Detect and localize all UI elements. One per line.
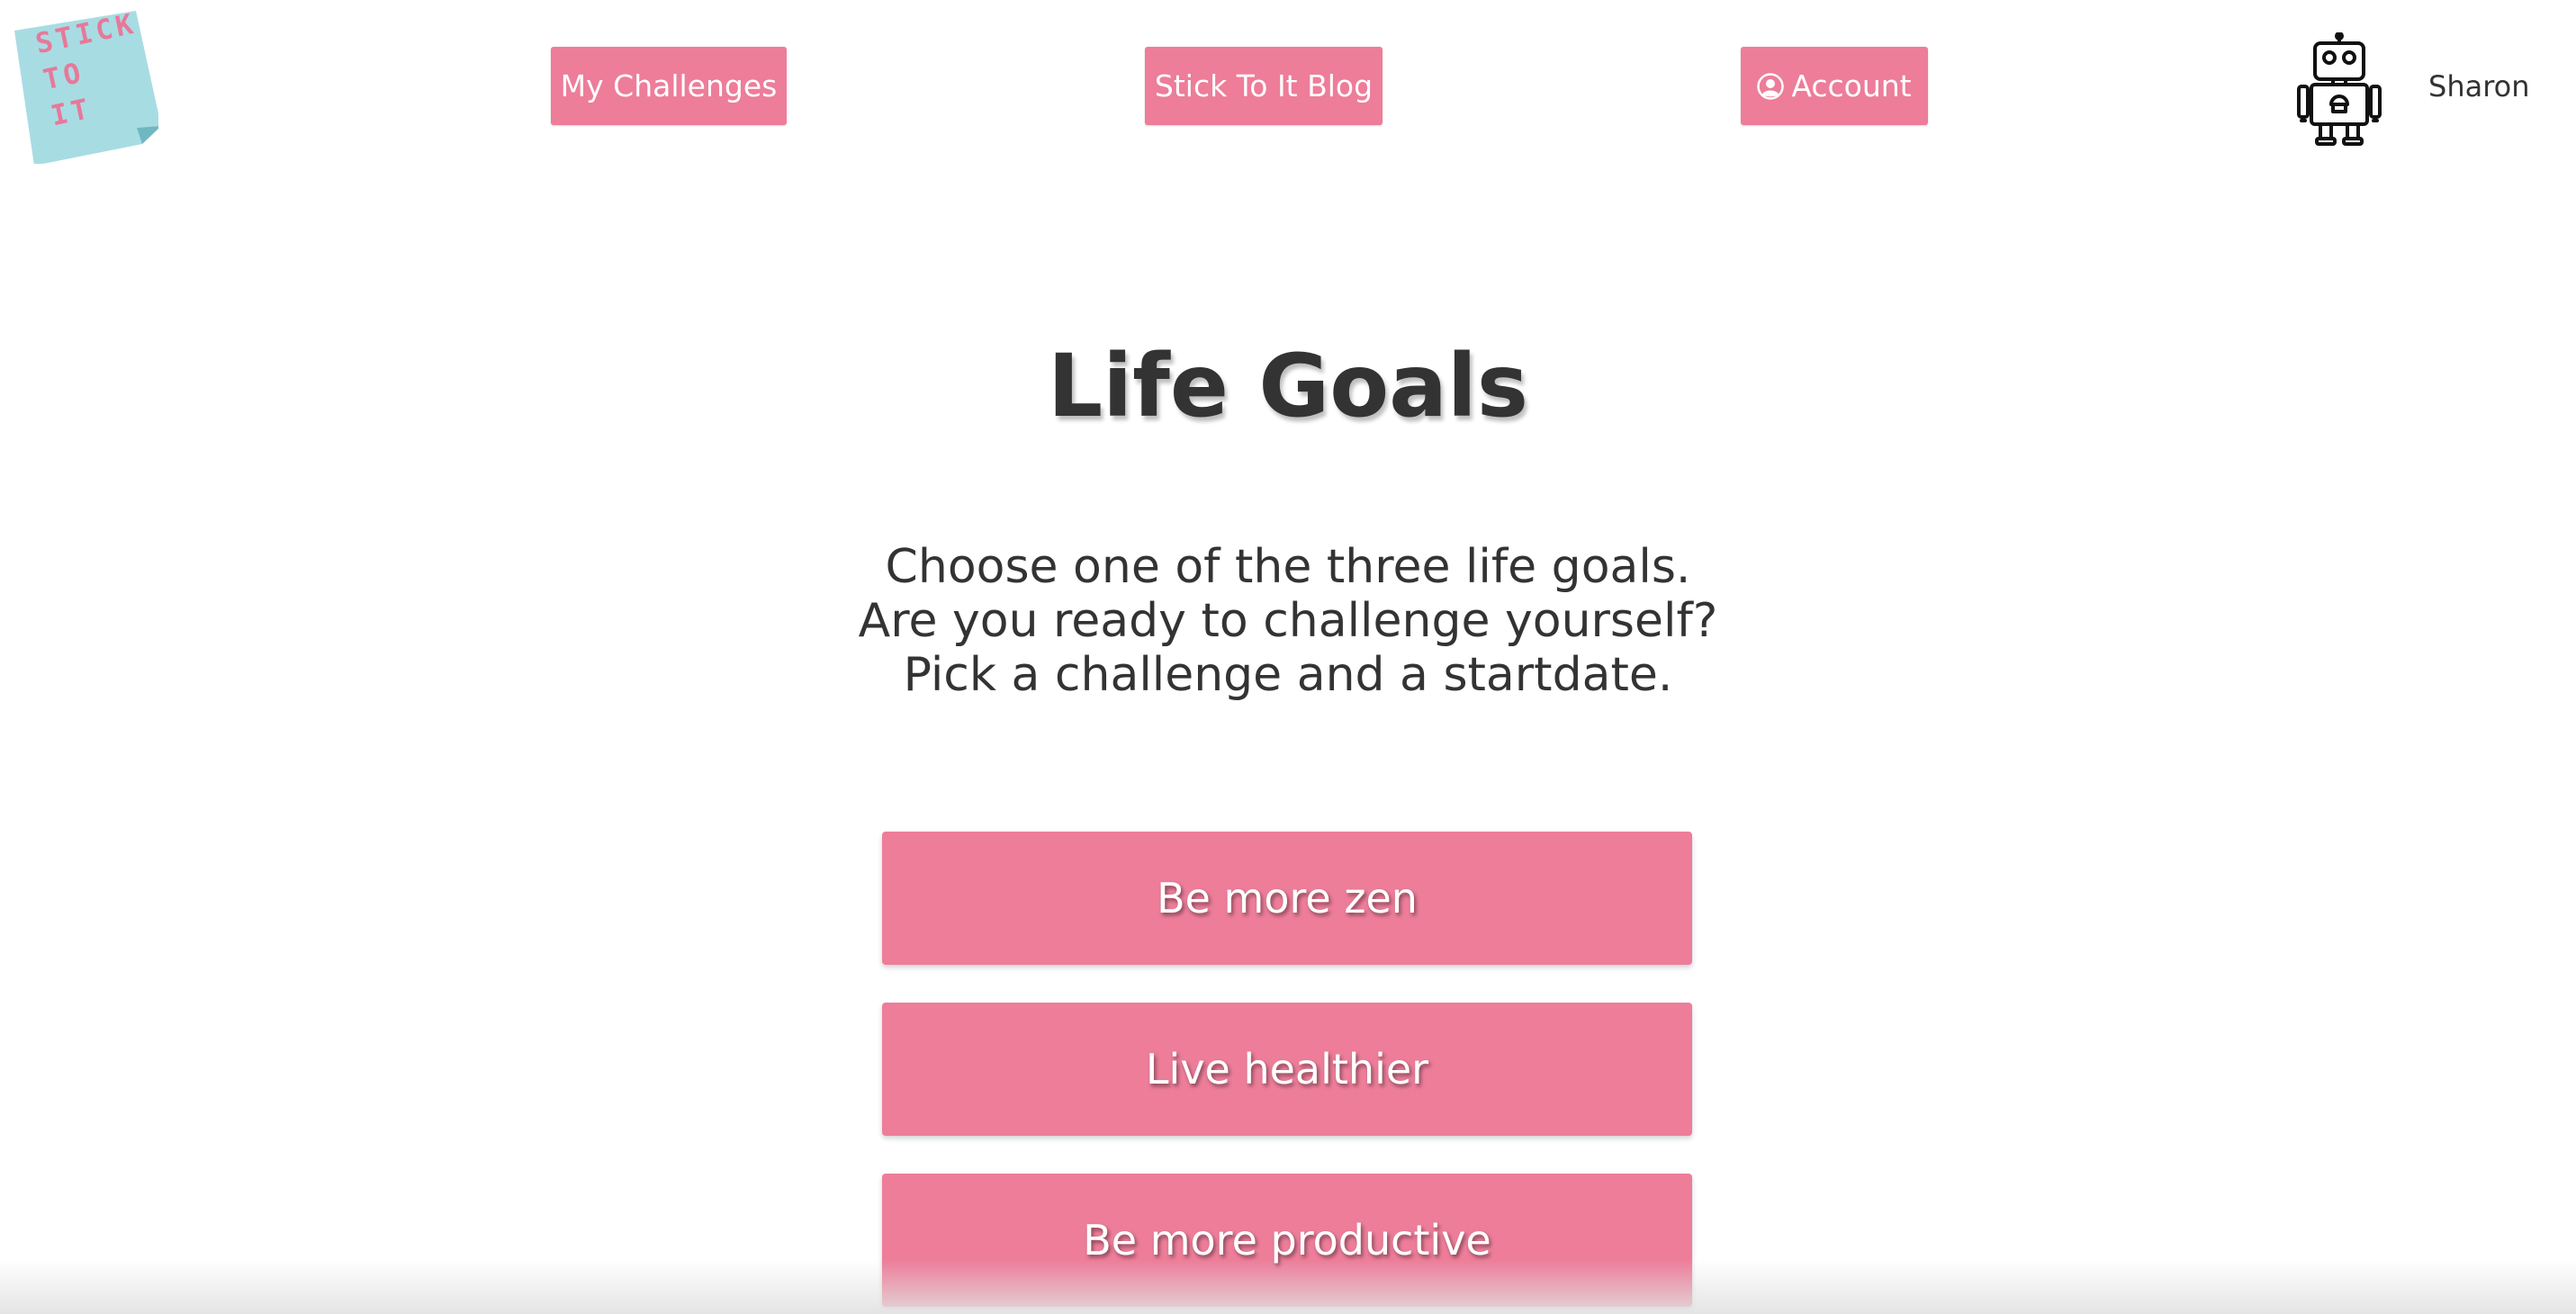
my-challenges-label: My Challenges [560,68,778,104]
page-title: Life Goals [1048,336,1528,436]
goal-live-healthier-button[interactable]: Live healthier [882,1003,1692,1136]
blog-label: Stick To It Blog [1154,68,1374,104]
account-label: Account [1791,68,1912,104]
blog-button[interactable]: Stick To It Blog [1145,47,1383,125]
stick-to-it-logo[interactable]: STICK TO IT [14,7,158,164]
robot-avatar-icon[interactable] [2297,32,2382,148]
user-circle-icon [1757,72,1785,100]
intro-line: Pick a challenge and a startdate. [903,648,1673,702]
intro-line: Are you ready to challenge yourself? [858,594,1718,648]
logo-text: STICK TO IT [32,7,140,133]
page: STICK TO IT My Challenges Stick To It Bl… [0,0,2576,1314]
goal-be-more-productive-button[interactable]: Be more productive [882,1174,1692,1307]
goal-label: Be more zen [1157,874,1418,922]
goal-label: Be more productive [1083,1216,1491,1264]
goal-be-more-zen-button[interactable]: Be more zen [882,832,1692,965]
account-button[interactable]: Account [1741,47,1928,125]
goal-label: Live healthier [1145,1045,1429,1094]
intro-line: Choose one of the three life goals. [885,540,1691,594]
my-challenges-button[interactable]: My Challenges [551,47,787,125]
user-name[interactable]: Sharon [2428,65,2530,108]
intro-text: Choose one of the three life goals. Are … [0,540,2576,702]
